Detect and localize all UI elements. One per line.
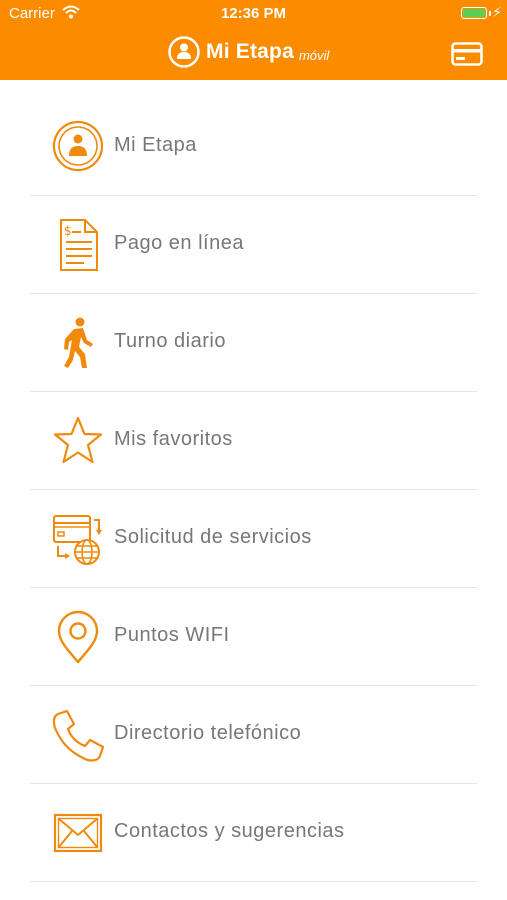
- app-subtitle: móvil: [298, 47, 330, 63]
- menu-item-label: Puntos WIFI: [114, 624, 230, 646]
- menu-item-label: Mi Etapa: [114, 134, 197, 156]
- menu-item-mi-etapa[interactable]: Mi Etapa: [0, 98, 507, 196]
- star-icon: [50, 414, 106, 470]
- envelope-icon: [50, 806, 106, 862]
- battery-tip: [489, 11, 491, 16]
- credit-card-icon[interactable]: [451, 42, 483, 66]
- status-bar: Carrier 12:36 PM ⚡: [0, 0, 507, 28]
- menu-item-directorio-telefonico[interactable]: Directorio telefónico: [0, 686, 507, 784]
- app-title: Mi Etapa: [206, 40, 294, 63]
- menu-item-label: Mis favoritos: [114, 428, 233, 450]
- person-circle-icon: [50, 120, 106, 176]
- menu-item-puntos-wifi[interactable]: Puntos WIFI: [0, 588, 507, 686]
- menu-item-label: Pago en línea: [114, 232, 244, 254]
- battery-icon: [461, 7, 487, 19]
- menu-item-label: Turno diario: [114, 330, 226, 352]
- menu-item-solicitud-de-servicios[interactable]: Solicitud de servicios: [0, 490, 507, 588]
- menu-item-label: Contactos y sugerencias: [114, 820, 345, 842]
- divider: [30, 881, 477, 882]
- menu-item-turno-diario[interactable]: Turno diario: [0, 294, 507, 392]
- status-time: 12:36 PM: [220, 5, 287, 22]
- app-brand: Mi Etapa móvil: [168, 34, 329, 70]
- menu-item-label: Directorio telefónico: [114, 722, 302, 744]
- walking-person-icon: [50, 316, 106, 372]
- svg-text:$: $: [64, 224, 72, 238]
- menu-item-pago-en-linea[interactable]: $ Pago en línea: [0, 196, 507, 294]
- phone-icon: [50, 708, 106, 764]
- app-header: Carrier 12:36 PM ⚡ Mi Etapa móvil: [0, 0, 507, 80]
- main-menu: Mi Etapa $ Pago en línea Turno diario Mi…: [0, 98, 507, 882]
- menu-item-mis-favoritos[interactable]: Mis favoritos: [0, 392, 507, 490]
- invoice-document-icon: $: [50, 218, 106, 274]
- person-circle-icon: [168, 36, 200, 68]
- map-pin-icon: [50, 610, 106, 666]
- menu-item-label: Solicitud de servicios: [114, 526, 312, 548]
- menu-item-contactos-y-sugerencias[interactable]: Contactos y sugerencias: [0, 784, 507, 882]
- service-request-globe-icon: [50, 512, 106, 568]
- charging-icon: ⚡: [492, 4, 502, 20]
